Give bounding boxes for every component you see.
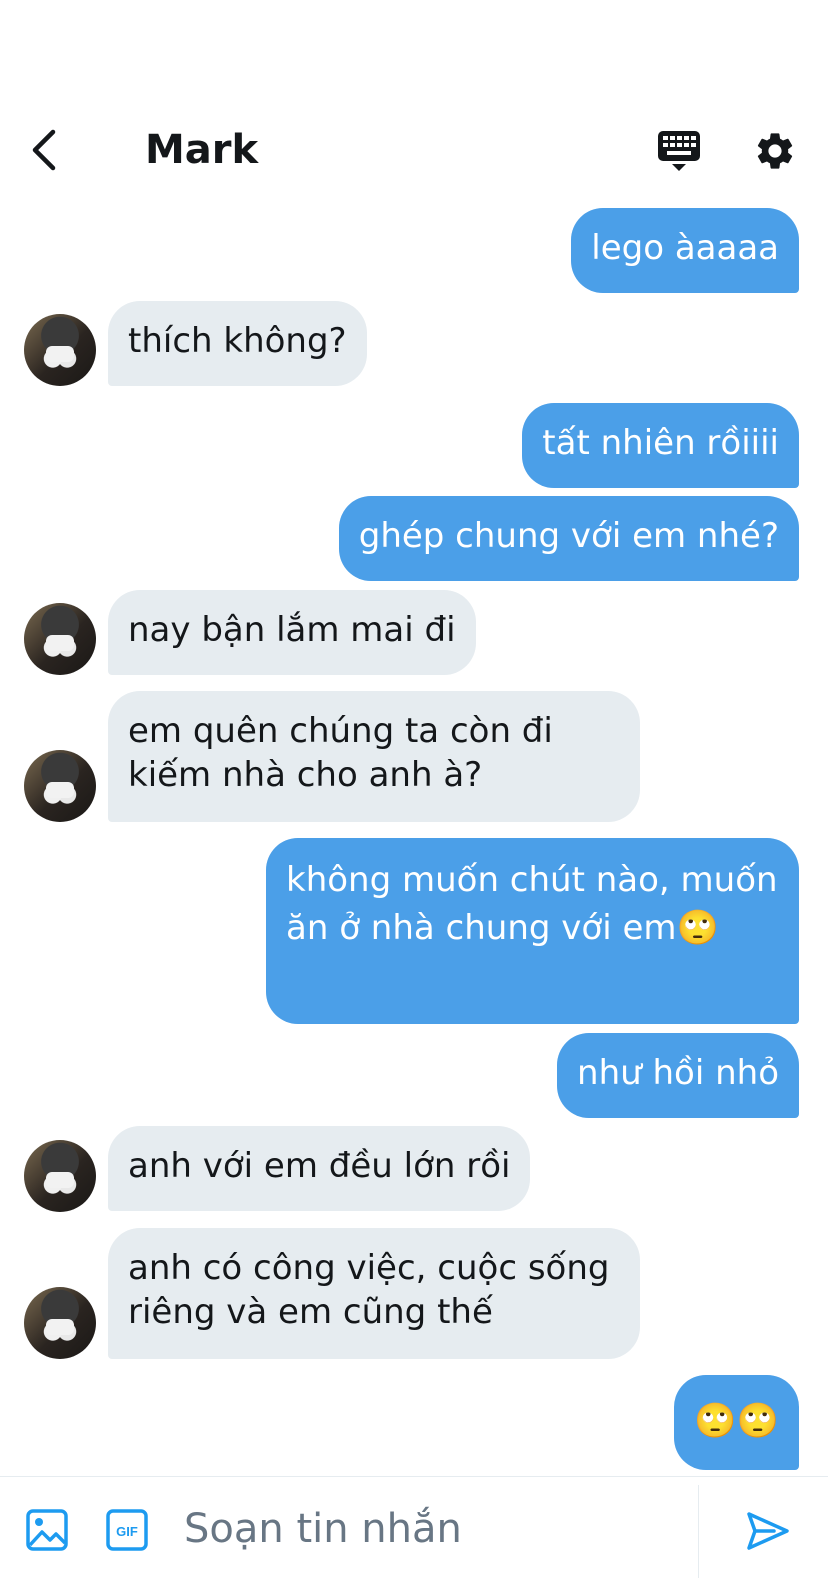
message-outgoing: như hồi nhỏ <box>557 1033 799 1118</box>
conversation-title[interactable]: Mark <box>145 122 258 178</box>
message-outgoing: lego àaaaa <box>571 208 799 293</box>
keyboard-icon <box>658 131 700 171</box>
message-composer: GIF <box>0 1476 828 1578</box>
chevron-left-icon <box>32 129 56 171</box>
message-bubble[interactable]: anh có công việc, cuộc sống riêng và em … <box>108 1228 640 1359</box>
message-bubble[interactable]: lego àaaaa <box>571 208 799 293</box>
conversation-header: Mark <box>0 100 828 200</box>
message-incoming: anh với em đều lớn rồi <box>108 1126 531 1211</box>
composer-divider <box>698 1485 699 1578</box>
keyboard-button[interactable] <box>652 126 706 176</box>
avatar[interactable] <box>24 750 96 822</box>
message-bubble[interactable]: tất nhiên rồiiii <box>522 403 799 488</box>
send-button[interactable] <box>742 1505 794 1557</box>
gif-button[interactable]: GIF <box>104 1507 150 1553</box>
message-bubble[interactable]: không muốn chút nào, muốn ăn ở nhà chung… <box>266 838 799 1024</box>
avatar[interactable] <box>24 603 96 675</box>
settings-button[interactable] <box>750 126 800 176</box>
avatar[interactable] <box>24 1140 96 1212</box>
message-bubble[interactable]: như hồi nhỏ <box>557 1033 799 1118</box>
message-incoming: em quên chúng ta còn đi kiếm nhà cho anh… <box>108 691 640 822</box>
message-list[interactable]: lego àaaaa thích không? tất nhiên rồiiii… <box>0 205 828 1475</box>
message-bubble[interactable]: nay bận lắm mai đi <box>108 590 476 675</box>
message-bubble[interactable]: thích không? <box>108 301 367 386</box>
message-bubble[interactable]: 🙄🙄 <box>674 1375 799 1470</box>
message-outgoing: ghép chung với em nhé? <box>338 496 799 581</box>
avatar[interactable] <box>24 314 96 386</box>
gif-label: GIF <box>116 1524 138 1539</box>
message-incoming: thích không? <box>108 301 367 386</box>
image-icon <box>26 1509 68 1551</box>
message-incoming: anh có công việc, cuộc sống riêng và em … <box>108 1228 640 1359</box>
back-button[interactable] <box>22 126 66 174</box>
image-button[interactable] <box>24 1507 70 1553</box>
message-outgoing: 🙄🙄 <box>674 1375 799 1470</box>
message-bubble[interactable]: ghép chung với em nhé? <box>338 496 799 581</box>
avatar[interactable] <box>24 1287 96 1359</box>
gear-icon <box>757 133 793 169</box>
message-bubble[interactable]: em quên chúng ta còn đi kiếm nhà cho anh… <box>108 691 640 822</box>
message-outgoing: tất nhiên rồiiii <box>522 403 799 488</box>
message-input[interactable] <box>184 1501 684 1557</box>
message-incoming: nay bận lắm mai đi <box>108 590 476 675</box>
message-outgoing: không muốn chút nào, muốn ăn ở nhà chung… <box>266 838 799 1024</box>
gif-icon: GIF <box>106 1509 148 1551</box>
message-bubble[interactable]: anh với em đều lớn rồi <box>108 1126 531 1211</box>
send-icon <box>747 1512 789 1550</box>
